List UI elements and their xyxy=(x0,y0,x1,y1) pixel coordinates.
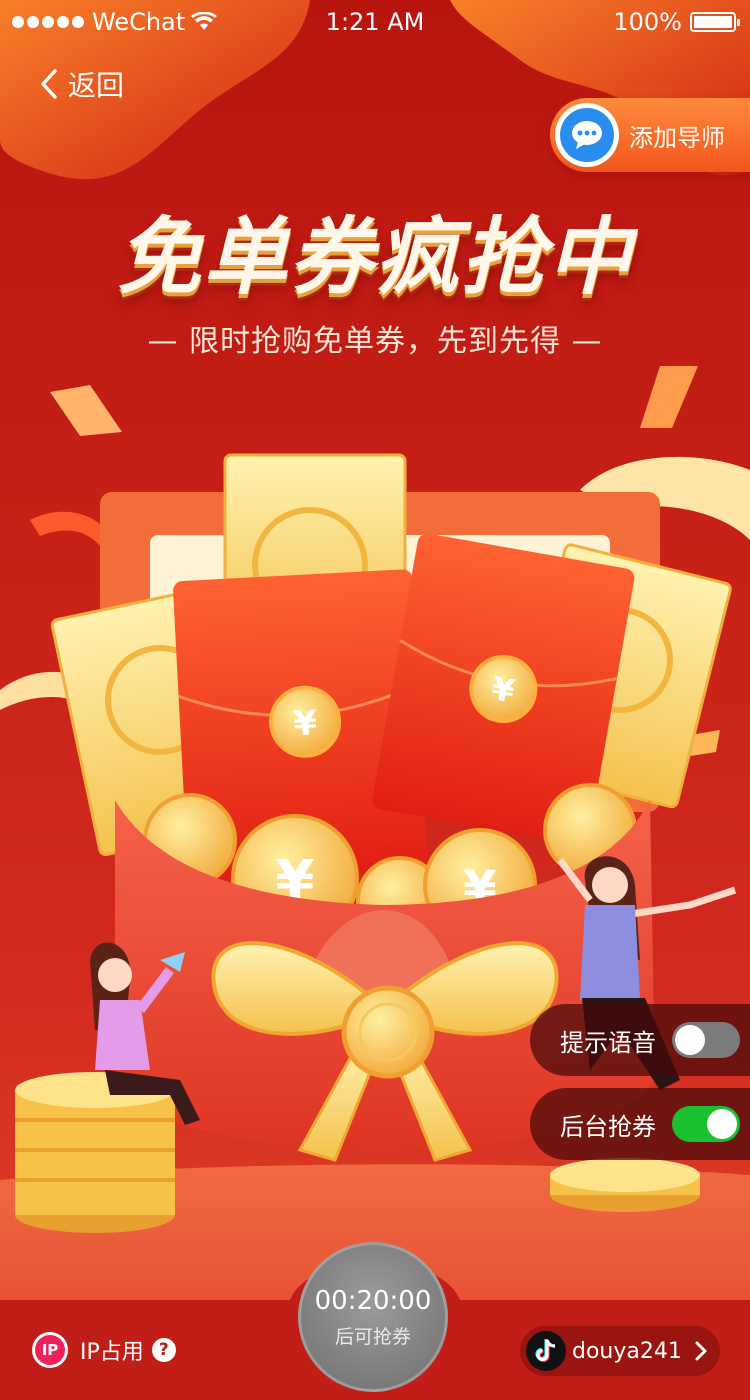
ip-icon: IP xyxy=(32,1332,68,1368)
ip-usage[interactable]: IP IP占用 ? xyxy=(32,1332,176,1368)
voice-prompt-label: 提示语音 xyxy=(560,1028,656,1057)
battery-percent: 100% xyxy=(613,8,682,36)
background-grab-switch[interactable] xyxy=(672,1106,740,1142)
countdown-hint: 后可抢券 xyxy=(334,1325,411,1348)
voice-prompt-toggle-row[interactable]: 提示语音 xyxy=(530,1004,750,1076)
status-bar: WeChat 1:21 AM 100% xyxy=(0,0,750,42)
chat-bubble-icon xyxy=(555,103,619,167)
countdown-button[interactable]: 00:20:00 后可抢券 xyxy=(298,1242,448,1392)
ip-usage-label: IP占用 xyxy=(80,1340,144,1365)
question-icon[interactable]: ? xyxy=(151,1338,176,1362)
page-subtitle: — 限时抢购免单券，先到先得 — xyxy=(147,324,603,359)
add-tutor-button[interactable]: 添加导师 xyxy=(550,98,750,172)
account-name: douya241 xyxy=(572,1338,682,1364)
background-grab-label: 后台抢券 xyxy=(560,1112,656,1141)
voice-prompt-switch[interactable] xyxy=(672,1022,740,1058)
background-grab-toggle-row[interactable]: 后台抢券 xyxy=(530,1088,750,1160)
svg-text:¥: ¥ xyxy=(292,703,318,744)
countdown-time: 00:20:00 xyxy=(314,1285,432,1316)
back-button[interactable]: 返回 xyxy=(38,64,124,104)
add-tutor-label: 添加导师 xyxy=(629,123,725,152)
chevron-right-icon xyxy=(695,1341,707,1361)
back-label: 返回 xyxy=(68,69,125,102)
battery-icon xyxy=(690,12,740,32)
chevron-left-icon xyxy=(41,69,57,99)
status-right: 100% xyxy=(613,8,740,36)
account-button[interactable]: douya241 xyxy=(520,1326,720,1376)
tiktok-icon xyxy=(526,1331,566,1371)
page-title: 免单券疯抢中 xyxy=(116,208,633,306)
